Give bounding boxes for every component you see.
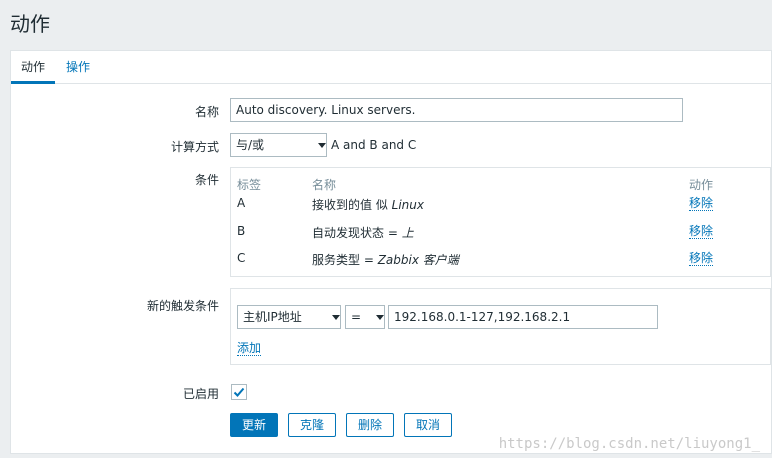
chevron-down-icon — [372, 306, 384, 328]
condition-value-input[interactable]: 192.168.0.1-127,192.168.2.1 — [388, 305, 658, 329]
tab-bar: 动作 操作 — [11, 51, 771, 84]
clone-button[interactable]: 克隆 — [288, 413, 336, 437]
header-action: 动作 — [689, 178, 714, 192]
condition-operator-value: = — [351, 310, 362, 324]
checkmark-icon — [233, 387, 245, 397]
remove-condition-link[interactable]: 移除 — [689, 196, 714, 211]
condition-tag: C — [237, 251, 246, 265]
page-title: 动作 — [10, 12, 50, 36]
calc-type-value: 与/或 — [236, 138, 265, 152]
enabled-checkbox[interactable] — [231, 384, 247, 400]
conditions-table: 标签 名称 动作 A 接收到的值 似 Linux 移除 B 自动发现状态 = 上… — [230, 167, 771, 277]
condition-name: 接收到的值 似 Linux — [312, 198, 424, 212]
name-label: 名称 — [194, 105, 219, 119]
action-form-panel: 动作 操作 名称 Auto discovery. Linux servers. … — [10, 50, 772, 454]
condition-name: 自动发现状态 = 上 — [312, 226, 414, 240]
delete-button[interactable]: 删除 — [346, 413, 394, 437]
header-name: 名称 — [312, 178, 337, 192]
calc-type-label: 计算方式 — [170, 140, 219, 154]
add-condition-link[interactable]: 添加 — [237, 341, 262, 356]
header-tag: 标签 — [237, 178, 262, 192]
conditions-label: 条件 — [194, 173, 219, 187]
remove-condition-link[interactable]: 移除 — [689, 251, 714, 266]
new-condition-box: 主机IP地址 = 192.168.0.1-127,192.168.2.1 添加 — [230, 288, 771, 365]
chevron-down-icon — [328, 306, 340, 328]
cancel-button[interactable]: 取消 — [404, 413, 452, 437]
condition-operator-select[interactable]: = — [345, 305, 385, 329]
name-input[interactable]: Auto discovery. Linux servers. — [230, 98, 683, 122]
watermark: https://blog.csdn.net/liuyong1_ — [498, 436, 760, 452]
condition-tag: B — [237, 224, 246, 238]
new-condition-label: 新的触发条件 — [146, 299, 219, 313]
condition-tag: A — [237, 196, 246, 210]
tab-operations[interactable]: 操作 — [56, 51, 100, 84]
condition-type-select[interactable]: 主机IP地址 — [237, 305, 341, 329]
enabled-label: 已启用 — [182, 387, 219, 401]
calc-type-select[interactable]: 与/或 — [230, 133, 327, 157]
condition-type-value: 主机IP地址 — [243, 310, 302, 324]
update-button[interactable]: 更新 — [230, 413, 278, 437]
remove-condition-link[interactable]: 移除 — [689, 224, 714, 239]
tab-action[interactable]: 动作 — [11, 51, 56, 84]
chevron-down-icon — [314, 134, 326, 156]
calc-expression: A and B and C — [331, 138, 417, 152]
condition-name: 服务类型 = Zabbix 客户端 — [312, 253, 459, 267]
